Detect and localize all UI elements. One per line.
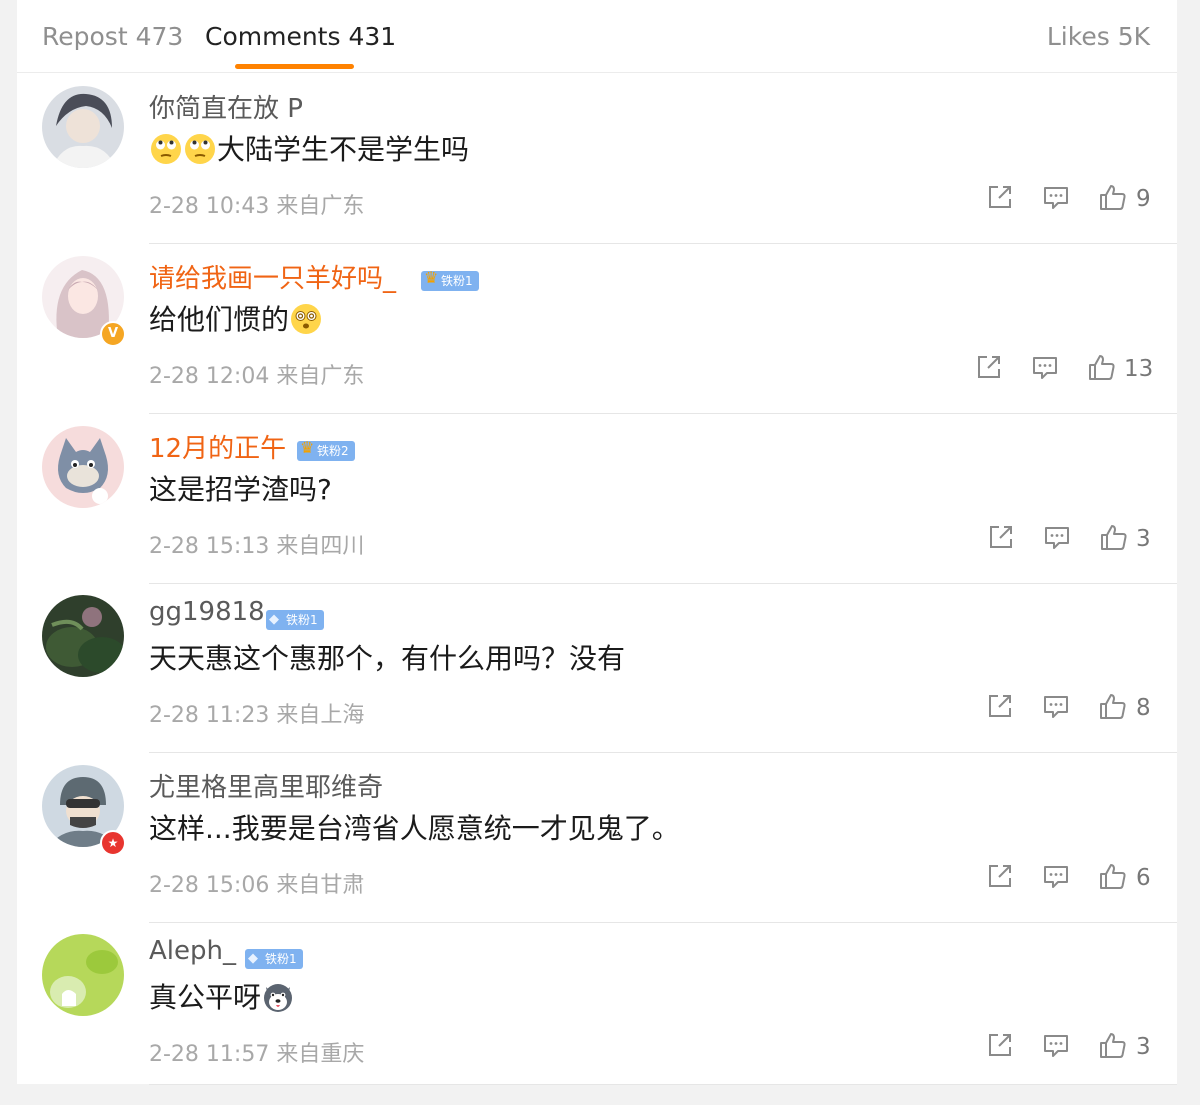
- avatar[interactable]: [42, 426, 124, 508]
- comments-panel: Repost 473 Comments 431 Likes 5K 你简直在放 P: [17, 0, 1177, 1085]
- like-count: 3: [1136, 526, 1151, 552]
- comment-text: 给他们惯的: [149, 298, 323, 339]
- username[interactable]: 请给我画一只羊好吗_: [149, 258, 396, 295]
- like-count: 6: [1136, 865, 1151, 891]
- share-icon[interactable]: [985, 691, 1015, 721]
- comment-body: 这样...我要是台湾省人愿意统一才见鬼了。: [149, 812, 680, 845]
- username[interactable]: 12月的正午: [149, 428, 286, 465]
- avatar[interactable]: [42, 595, 124, 677]
- comment-icon[interactable]: [1041, 861, 1071, 891]
- fan-badge-label: 铁粉2: [317, 444, 349, 458]
- username[interactable]: Aleph_: [149, 936, 236, 966]
- diamond-icon: ◆: [248, 951, 258, 966]
- share-icon[interactable]: [974, 352, 1004, 382]
- like-icon[interactable]: [1087, 352, 1117, 382]
- comment-timestamp: 2-28 11:57 来自重庆: [149, 1042, 365, 1067]
- comment-body: 这是招学渣吗?: [149, 473, 332, 506]
- comment-timestamp: 2-28 15:06 来自甘肃: [149, 873, 365, 898]
- comment-item: ★ 尤里格里高里耶维奇 这样...我要是台湾省人愿意统一才见鬼了。 2-28 1…: [17, 753, 1177, 923]
- share-icon[interactable]: [985, 861, 1015, 891]
- share-icon[interactable]: [986, 522, 1016, 552]
- comment-item: Aleph_ ◆ 铁粉1 真公平呀 2-28 11:57 来自重庆 3: [17, 922, 1177, 1092]
- comment-icon[interactable]: [1042, 522, 1072, 552]
- comment-icon[interactable]: [1041, 182, 1071, 212]
- fan-level-badge: ◆ 铁粉1: [245, 949, 303, 969]
- comment-item: gg19818 ◆ 铁粉1 天天惠这个惠那个，有什么用吗？没有 2-28 11:2…: [17, 583, 1177, 753]
- comment-timestamp: 2-28 12:04 来自广东: [149, 364, 365, 389]
- comment-timestamp: 2-28 10:43 来自广东: [149, 194, 365, 219]
- active-tab-indicator: [235, 64, 354, 69]
- like-count: 13: [1124, 356, 1154, 382]
- like-icon[interactable]: [1098, 182, 1128, 212]
- crown-icon: ♛: [300, 438, 315, 457]
- star-badge-icon: ★: [100, 830, 126, 856]
- divider: [149, 1084, 1177, 1085]
- crown-icon: ♛: [424, 268, 439, 287]
- comment-item: V 请给我画一只羊好吗_ ♛ 铁粉1 给他们惯的 2-28 12:04 来自广东 …: [17, 244, 1177, 414]
- comment-body: 天天惠这个惠那个，有什么用吗？没有: [149, 642, 626, 675]
- comment-icon[interactable]: [1041, 691, 1071, 721]
- tab-repost[interactable]: Repost 473: [42, 22, 183, 51]
- comment-body: 真公平呀: [149, 981, 262, 1014]
- comment-body: 大陆学生不是学生吗: [217, 133, 470, 166]
- dizzy-face-emoji: [291, 304, 322, 334]
- diamond-icon: ◆: [269, 612, 279, 627]
- like-count: 9: [1136, 186, 1151, 212]
- like-count: 3: [1136, 1034, 1151, 1060]
- share-icon[interactable]: [985, 182, 1015, 212]
- like-icon[interactable]: [1098, 1030, 1128, 1060]
- username[interactable]: 尤里格里高里耶维奇: [149, 767, 383, 804]
- tab-likes[interactable]: Likes 5K: [1047, 22, 1150, 51]
- comment-text: 真公平呀: [149, 976, 295, 1017]
- fan-badge-label: 铁粉1: [441, 274, 473, 288]
- like-count: 8: [1136, 695, 1151, 721]
- comment-timestamp: 2-28 15:13 来自四川: [149, 534, 365, 559]
- like-icon[interactable]: [1099, 522, 1129, 552]
- like-icon[interactable]: [1098, 691, 1128, 721]
- comment-icon[interactable]: [1030, 352, 1060, 382]
- fan-level-badge: ♛ 铁粉1: [421, 268, 479, 291]
- avatar[interactable]: [42, 934, 124, 1016]
- comment-text: 大陆学生不是学生吗: [149, 128, 469, 169]
- comment-icon[interactable]: [1041, 1030, 1071, 1060]
- fan-badge-label: 铁粉1: [265, 952, 297, 966]
- comment-timestamp: 2-28 11:23 来自上海: [149, 703, 365, 728]
- username[interactable]: gg19818: [149, 597, 265, 627]
- eye-roll-emoji: [151, 134, 181, 164]
- share-icon[interactable]: [985, 1030, 1015, 1060]
- comment-item: 你简直在放 P 大陆学生不是学生吗 2-28 10:43 来自广东 9: [17, 74, 1177, 244]
- tab-comments[interactable]: Comments 431: [205, 22, 396, 51]
- comment-text: 天天惠这个惠那个，有什么用吗？没有: [149, 637, 625, 677]
- comment-body: 给他们惯的: [149, 303, 290, 336]
- fan-level-badge: ♛ 铁粉2: [297, 438, 355, 461]
- comment-text: 这是招学渣吗?: [149, 468, 332, 508]
- eye-roll-emoji: [185, 134, 215, 164]
- username[interactable]: 你简直在放 P: [149, 88, 303, 125]
- avatar[interactable]: [42, 86, 124, 168]
- husky-dog-emoji: [264, 984, 293, 1012]
- comment-text: 这样...我要是台湾省人愿意统一才见鬼了。: [149, 807, 680, 847]
- verified-badge: V: [100, 321, 126, 347]
- tab-bar: Repost 473 Comments 431 Likes 5K: [17, 0, 1177, 73]
- comment-item: 12月的正午 ♛ 铁粉2 这是招学渣吗? 2-28 15:13 来自四川 3: [17, 414, 1177, 584]
- like-icon[interactable]: [1098, 861, 1128, 891]
- fan-level-badge: ◆ 铁粉1: [266, 610, 324, 630]
- fan-badge-label: 铁粉1: [286, 613, 318, 627]
